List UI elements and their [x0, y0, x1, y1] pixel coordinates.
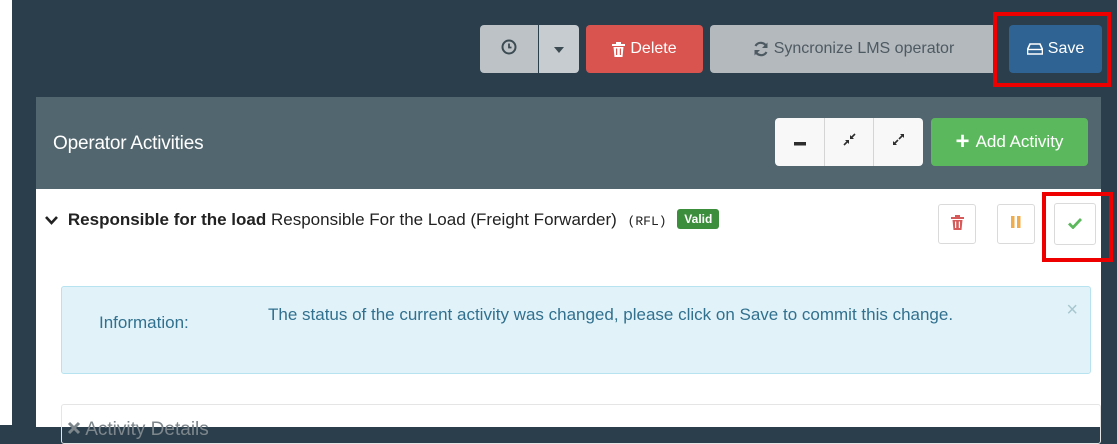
validate-highlight-box: [1042, 192, 1113, 262]
close-icon: [67, 419, 85, 440]
save-highlight-box: [993, 12, 1111, 87]
status-badge: Valid: [677, 209, 720, 229]
sync-label: Syncronize LMS operator: [773, 40, 955, 57]
toolbar: Delete Syncronize LMS operator Save: [0, 25, 1117, 73]
activity-row: Responsible for the load Responsible For…: [36, 189, 1101, 259]
info-alert: Information: The status of the current a…: [61, 286, 1091, 374]
activity-details-card: Activity Details: [61, 404, 1101, 444]
expand-icon: [892, 133, 905, 151]
add-activity-button[interactable]: + Add Activity: [931, 118, 1088, 166]
panel-title: Operator Activities: [53, 133, 204, 154]
delete-activity-button[interactable]: [938, 204, 976, 244]
pause-icon: [1011, 215, 1021, 233]
details-title-label: Activity Details: [85, 419, 209, 440]
activity-description: Responsible For the Load (Freight Forwar…: [270, 210, 617, 229]
sync-lms-operator-button[interactable]: Syncronize LMS operator: [710, 25, 997, 73]
pause-activity-button[interactable]: [997, 204, 1035, 244]
activity-code: (RFL): [627, 214, 667, 229]
plus-icon: +: [955, 128, 970, 155]
delete-button[interactable]: Delete: [586, 25, 703, 73]
activity-name[interactable]: Responsible for the load: [68, 210, 266, 229]
alert-message: The status of the current activity was c…: [268, 305, 954, 324]
minimize-button[interactable]: [775, 118, 824, 166]
caret-down-icon: [554, 40, 564, 58]
activity-summary: Responsible for the load Responsible For…: [45, 209, 720, 230]
compress-icon: [843, 133, 856, 151]
refresh-icon: [753, 41, 769, 57]
minimize-icon: [793, 133, 806, 151]
operator-activities-panel: Operator Activities + Add Activity Respo…: [36, 97, 1101, 444]
trash-icon: [950, 214, 964, 235]
close-icon[interactable]: ×: [1066, 299, 1078, 322]
clock-icon: [501, 39, 517, 60]
chevron-down-icon[interactable]: [45, 212, 62, 228]
expand-button[interactable]: [873, 118, 923, 166]
panel-tool-group: [775, 118, 923, 166]
activity-details-title[interactable]: Activity Details: [67, 419, 209, 441]
compress-button[interactable]: [824, 118, 874, 166]
panel-header: Operator Activities + Add Activity: [36, 97, 1101, 189]
trash-icon: [612, 41, 626, 57]
history-button[interactable]: [480, 25, 538, 73]
history-dropdown-button[interactable]: [539, 25, 579, 73]
alert-label: Information:: [99, 313, 189, 332]
add-activity-label: Add Activity: [975, 132, 1064, 151]
delete-label: Delete: [630, 40, 677, 57]
